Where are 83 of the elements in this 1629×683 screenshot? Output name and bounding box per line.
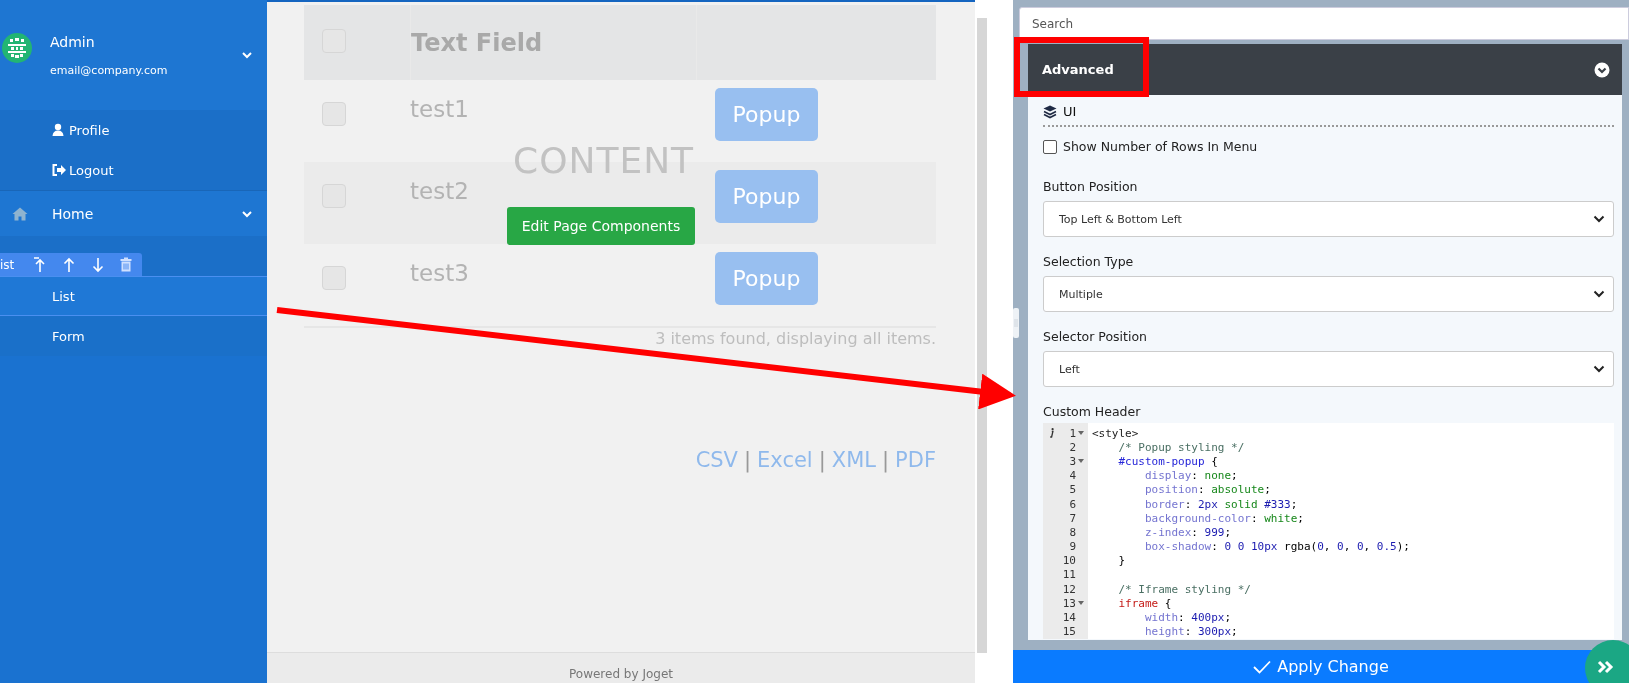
- line-number: 11: [1062, 568, 1076, 582]
- logout-icon: [52, 163, 66, 177]
- arrow-down-icon: [91, 256, 106, 273]
- line-number: 7: [1069, 511, 1076, 525]
- code-line: position: absolute;: [1143, 483, 1271, 497]
- table-cell: test1: [410, 96, 469, 122]
- chevron-circle-icon: [1594, 61, 1610, 78]
- fold-icon: [1078, 459, 1084, 464]
- line-number: 4: [1069, 469, 1076, 483]
- field-label: Button Position: [1043, 179, 1139, 194]
- nav-item[interactable]: Home: [0, 191, 267, 236]
- code-line: border: 2px solid #333;: [1143, 497, 1298, 511]
- code-line: /* Iframe styling */: [1117, 582, 1251, 596]
- field-label: Selection Type: [1043, 254, 1135, 269]
- caret-icon: [1593, 290, 1605, 298]
- line-number: 3: [1069, 454, 1076, 468]
- caret-icon: [1593, 215, 1605, 223]
- scrollbar[interactable]: [977, 18, 987, 653]
- group-title: UI: [1063, 104, 1077, 119]
- line-number: 1: [1069, 426, 1076, 440]
- code-line: box-shadow: 0 0 10px rgba(0, 0, 0, 0.5);: [1143, 540, 1410, 554]
- user-icon: [52, 123, 66, 137]
- user-name: Admin: [50, 33, 96, 50]
- table-cell: test2: [410, 178, 469, 204]
- line-number: 5: [1069, 483, 1076, 497]
- line-number: 14: [1062, 611, 1076, 625]
- profile-menu-item[interactable]: Profile: [0, 110, 267, 150]
- line-number: 10: [1062, 554, 1076, 568]
- edit-components-button[interactable]: Edit Page Components: [507, 207, 695, 245]
- code-line: height: 300px;: [1143, 625, 1238, 639]
- code-line: }: [1117, 554, 1126, 568]
- line-number: 13: [1062, 596, 1076, 610]
- column-header: Text Field: [411, 29, 543, 57]
- caret-icon: [1593, 365, 1605, 373]
- line-number: 6: [1069, 497, 1076, 511]
- separator: |: [744, 448, 752, 472]
- select-field[interactable]: Top Left & Bottom Left: [1043, 201, 1614, 237]
- fold-icon: [1078, 601, 1084, 606]
- profile-header[interactable]: Admin email@company.com: [0, 0, 267, 110]
- user-email: email@company.com: [50, 63, 169, 77]
- code-editor[interactable]: [1043, 423, 1614, 639]
- select-field[interactable]: Left: [1043, 351, 1614, 387]
- code-line: display: none;: [1143, 469, 1238, 483]
- footer-text: Powered by Joget: [569, 667, 673, 683]
- code-line: background-color: white;: [1143, 511, 1304, 525]
- code-line: #custom-popup {: [1117, 454, 1218, 468]
- search-field[interactable]: Search: [1019, 7, 1629, 40]
- nav-item[interactable]: Form: [0, 316, 267, 356]
- code-line: /* Popup styling */: [1117, 440, 1245, 454]
- fold-icon: [1078, 431, 1084, 436]
- home-icon: [12, 206, 28, 221]
- table-cell: test3: [410, 260, 469, 286]
- line-number: 8: [1069, 525, 1076, 539]
- component-label: ist: [0, 257, 15, 272]
- line-number: 2: [1069, 440, 1076, 454]
- arrow-up-icon: [62, 256, 77, 273]
- checkbox[interactable]: [1043, 139, 1057, 154]
- layers-icon: [1043, 104, 1057, 119]
- avatar-icon: [2, 33, 32, 63]
- field-label: Custom Header: [1043, 404, 1142, 419]
- section-header[interactable]: Advanced: [1028, 44, 1622, 95]
- separator: |: [882, 448, 890, 472]
- info-icon: [1049, 428, 1054, 438]
- line-number: 15: [1062, 625, 1076, 639]
- select-field[interactable]: Multiple: [1043, 276, 1614, 312]
- code-line: <style>: [1092, 426, 1139, 440]
- trash-icon: [120, 257, 133, 272]
- checkbox-label: Show Number of Rows In Menu: [1063, 139, 1258, 154]
- nav-item[interactable]: List: [0, 276, 267, 316]
- code-line: width: 400px;: [1143, 611, 1232, 625]
- check-icon: [1253, 659, 1272, 674]
- profile-menu-item[interactable]: Logout: [0, 150, 267, 190]
- code-line: iframe {: [1117, 596, 1172, 610]
- caret-icon: [241, 50, 253, 60]
- row-checkbox[interactable]: [322, 266, 346, 290]
- caret-icon: [241, 208, 253, 219]
- line-number: 9: [1069, 540, 1076, 554]
- line-number: 12: [1062, 582, 1076, 596]
- separator: |: [818, 448, 826, 472]
- row-checkbox[interactable]: [322, 102, 346, 126]
- resize-handle: [1013, 308, 1019, 338]
- field-label: Selector Position: [1043, 329, 1148, 344]
- code-line: z-index: 999;: [1143, 525, 1232, 539]
